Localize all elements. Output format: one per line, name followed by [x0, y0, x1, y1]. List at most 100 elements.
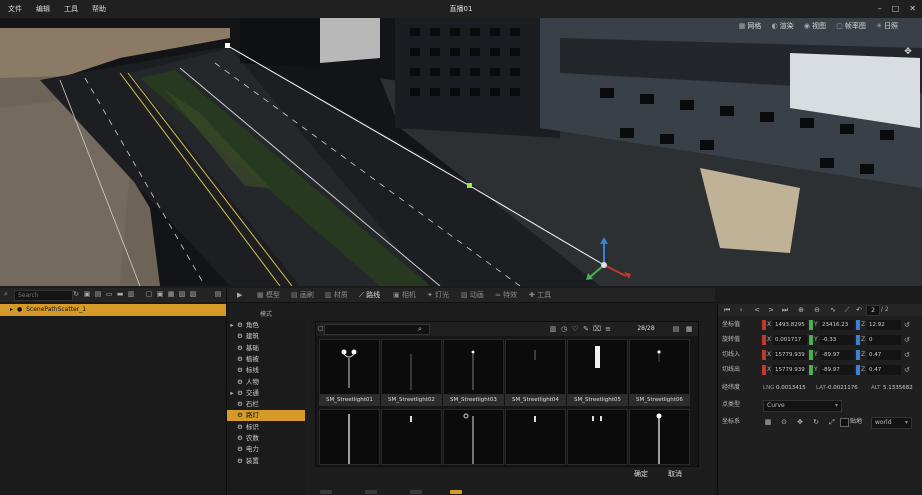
- tab-3[interactable]: ⟋ 路线: [359, 288, 380, 302]
- category-item[interactable]: ⚙ 人物: [227, 377, 305, 388]
- grid-view-icon[interactable]: ▦: [685, 324, 693, 334]
- dock-item[interactable]: [365, 490, 377, 494]
- asset-thumbnail[interactable]: [319, 409, 380, 465]
- edit-icon[interactable]: ✎: [582, 324, 590, 334]
- point-type-select[interactable]: Curve ▾: [763, 400, 842, 412]
- search-icon[interactable]: ⌕: [416, 324, 424, 334]
- pin-icon[interactable]: ⊙: [779, 417, 789, 427]
- z-value-input[interactable]: 12.92: [867, 320, 901, 330]
- tab-2[interactable]: ▥ 材质: [325, 288, 348, 302]
- panel-menu-icon[interactable]: ▤: [214, 290, 222, 299]
- lock-icon[interactable]: ▨: [189, 290, 197, 299]
- outliner-row-selected[interactable]: ▸ ● ScenePathScatter_1: [0, 304, 226, 316]
- move-icon[interactable]: ✥: [902, 46, 914, 58]
- folder-add-icon[interactable]: ▬: [116, 290, 124, 299]
- category-item[interactable]: ⚙ 基础: [227, 343, 305, 354]
- last-icon[interactable]: ⏭: [780, 305, 790, 315]
- y-value-input[interactable]: -0.33: [820, 335, 854, 345]
- chevron-right-icon[interactable]: ▸: [10, 306, 13, 313]
- asset-thumbnail[interactable]: [381, 409, 442, 465]
- outliner-search-input[interactable]: Search: [14, 290, 73, 301]
- delete-icon[interactable]: ▥: [549, 324, 557, 334]
- camera-icon[interactable]: ⎔: [902, 97, 914, 109]
- asset-thumbnail[interactable]: [319, 339, 380, 395]
- list-icon[interactable]: ▤: [94, 290, 102, 299]
- tab-8[interactable]: ✚ 工具: [529, 288, 551, 302]
- add-point-icon[interactable]: ⊕: [796, 305, 806, 315]
- minimize-icon[interactable]: –: [878, 4, 882, 13]
- asset-thumbnail[interactable]: [443, 409, 504, 465]
- first-icon[interactable]: ⏮: [722, 305, 732, 315]
- reset-icon[interactable]: ↺: [904, 320, 910, 330]
- folder-icon[interactable]: ▭: [105, 290, 113, 299]
- lat-value[interactable]: -0.0021176: [826, 383, 858, 393]
- viewport-shading-button[interactable]: ◐ 渲染: [772, 20, 794, 32]
- dock-item[interactable]: [410, 490, 422, 494]
- orbit-icon[interactable]: ✇: [902, 63, 914, 75]
- maximize-icon[interactable]: □: [892, 4, 900, 13]
- asset-thumbnail[interactable]: [629, 339, 690, 395]
- ungroup-icon[interactable]: ▧: [178, 290, 186, 299]
- category-item[interactable]: ⚙ 石栏: [227, 399, 305, 410]
- tab-7[interactable]: ≈ 特效: [495, 288, 517, 302]
- tab-0[interactable]: ▦ 模型: [257, 288, 280, 302]
- grid-icon[interactable]: ▦: [763, 417, 773, 427]
- viewport-sun-button[interactable]: ✳ 日照: [876, 20, 898, 32]
- viewport-grid-button[interactable]: ▦ 网格: [739, 20, 762, 32]
- 3d-viewport[interactable]: ▦ 网格 ◐ 渲染 ◉ 视图 ▢ 帧率图 ✳ 日照 ✥ ✇ ⅄ ⎔: [0, 18, 922, 286]
- x-value-input[interactable]: 1493.8295: [773, 320, 807, 330]
- point-index-input[interactable]: 2: [866, 305, 880, 316]
- y-value-input[interactable]: -89.97: [820, 365, 854, 375]
- alt-value[interactable]: 5.1335682: [883, 383, 913, 393]
- asset-search-input[interactable]: [324, 324, 430, 335]
- reset-icon[interactable]: ↺: [904, 350, 910, 360]
- filter-icon[interactable]: ▣: [83, 290, 91, 299]
- y-value-input[interactable]: 23416.23: [820, 320, 854, 330]
- cancel-button[interactable]: 取消: [660, 469, 690, 479]
- reset-icon[interactable]: ↺: [904, 335, 910, 345]
- tab-1[interactable]: ▤ 画刷: [291, 288, 314, 302]
- asset-thumbnail[interactable]: [505, 339, 566, 395]
- z-value-input[interactable]: 0.47: [867, 350, 901, 360]
- expand-icon[interactable]: ▸: [227, 320, 237, 331]
- close-icon[interactable]: ✕: [909, 4, 916, 13]
- play-icon[interactable]: ▶: [237, 288, 242, 302]
- asset-thumbnail[interactable]: [443, 339, 504, 395]
- asset-thumbnail[interactable]: [629, 409, 690, 465]
- coord-space-select[interactable]: world ▾: [871, 417, 912, 429]
- category-item[interactable]: ⚙ 植被: [227, 354, 305, 365]
- rotate-icon[interactable]: ↻: [811, 417, 821, 427]
- undo-icon[interactable]: ↶: [854, 305, 864, 315]
- category-item[interactable]: ▸ ⚙ 角色: [227, 320, 305, 331]
- asset-thumbnail[interactable]: [505, 409, 566, 465]
- list-view-icon[interactable]: ▤: [672, 324, 680, 334]
- category-item[interactable]: ⚙ 标识: [227, 422, 305, 433]
- category-item[interactable]: ⚙ 装置: [227, 456, 305, 467]
- asset-thumbnail[interactable]: [567, 339, 628, 395]
- confirm-button[interactable]: 确定: [626, 469, 656, 479]
- y-value-input[interactable]: -89.97: [820, 350, 854, 360]
- viewport-view-button[interactable]: ◉ 视图: [804, 20, 826, 32]
- refresh-icon[interactable]: ↻: [72, 290, 80, 299]
- category-item[interactable]: ▸ ⚙ 交通: [227, 388, 305, 399]
- category-item[interactable]: ⚙ 电力: [227, 444, 305, 455]
- category-item[interactable]: ⚙ 标线: [227, 365, 305, 376]
- delete-point-icon[interactable]: ⊖: [812, 305, 822, 315]
- paste-icon[interactable]: ▣: [156, 290, 164, 299]
- favorite-icon[interactable]: ♡: [571, 324, 579, 334]
- group-icon[interactable]: ▦: [167, 290, 175, 299]
- z-value-input[interactable]: 0: [867, 335, 901, 345]
- snap-checkbox[interactable]: [840, 418, 849, 427]
- x-value-input[interactable]: 15779.939: [773, 350, 807, 360]
- asset-thumbnail[interactable]: [567, 409, 628, 465]
- history-icon[interactable]: ◷: [560, 324, 568, 334]
- dock-item[interactable]: [450, 490, 462, 494]
- tab-6[interactable]: ▨ 动画: [461, 288, 484, 302]
- reset-icon[interactable]: ↺: [904, 365, 910, 375]
- chevron-left-icon[interactable]: <: [752, 305, 762, 315]
- x-value-input[interactable]: 15779.939: [773, 365, 807, 375]
- delete-icon[interactable]: ▥: [127, 290, 135, 299]
- z-value-input[interactable]: 0.47: [867, 365, 901, 375]
- viewport-framerate-button[interactable]: ▢ 帧率图: [836, 20, 866, 32]
- asset-thumbnail[interactable]: [381, 339, 442, 395]
